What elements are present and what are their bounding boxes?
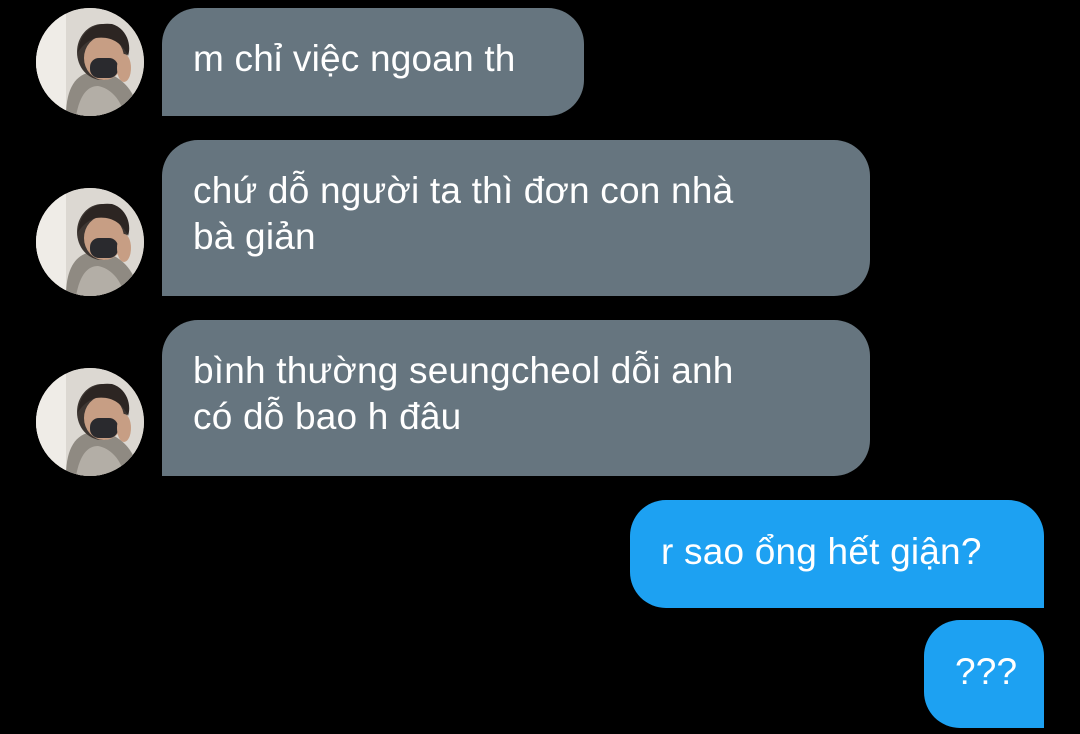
outgoing-message-bubble[interactable]: ??? bbox=[924, 620, 1044, 728]
message-text-line: bà giản bbox=[193, 216, 316, 257]
incoming-message-bubble[interactable]: m chỉ việc ngoan th bbox=[162, 8, 584, 116]
outgoing-message-bubble[interactable]: r sao ổng hết giận? bbox=[630, 500, 1044, 608]
contact-avatar-image bbox=[36, 368, 144, 476]
message-text-line: có dỗ bao h đâu bbox=[193, 396, 462, 437]
contact-avatar[interactable] bbox=[36, 188, 144, 296]
contact-avatar[interactable] bbox=[36, 368, 144, 476]
message-text-line: m chỉ việc ngoan th bbox=[193, 38, 516, 79]
message-text-line: chứ dỗ người ta thì đơn con nhà bbox=[193, 170, 734, 211]
message-text-line: bình thường seungcheol dỗi anh bbox=[193, 350, 734, 391]
contact-avatar[interactable] bbox=[36, 8, 144, 116]
incoming-message-bubble[interactable]: chứ dỗ người ta thì đơn con nhà bà giản bbox=[162, 140, 870, 296]
message-text-line: ??? bbox=[955, 651, 1018, 692]
incoming-message-bubble[interactable]: bình thường seungcheol dỗi anh có dỗ bao… bbox=[162, 320, 870, 476]
contact-avatar-image bbox=[36, 8, 144, 116]
message-text-line: r sao ổng hết giận? bbox=[661, 531, 982, 572]
conversation-thread: m chỉ việc ngoan th chứ dỗ người ta thì … bbox=[0, 0, 1080, 734]
contact-avatar-image bbox=[36, 188, 144, 296]
